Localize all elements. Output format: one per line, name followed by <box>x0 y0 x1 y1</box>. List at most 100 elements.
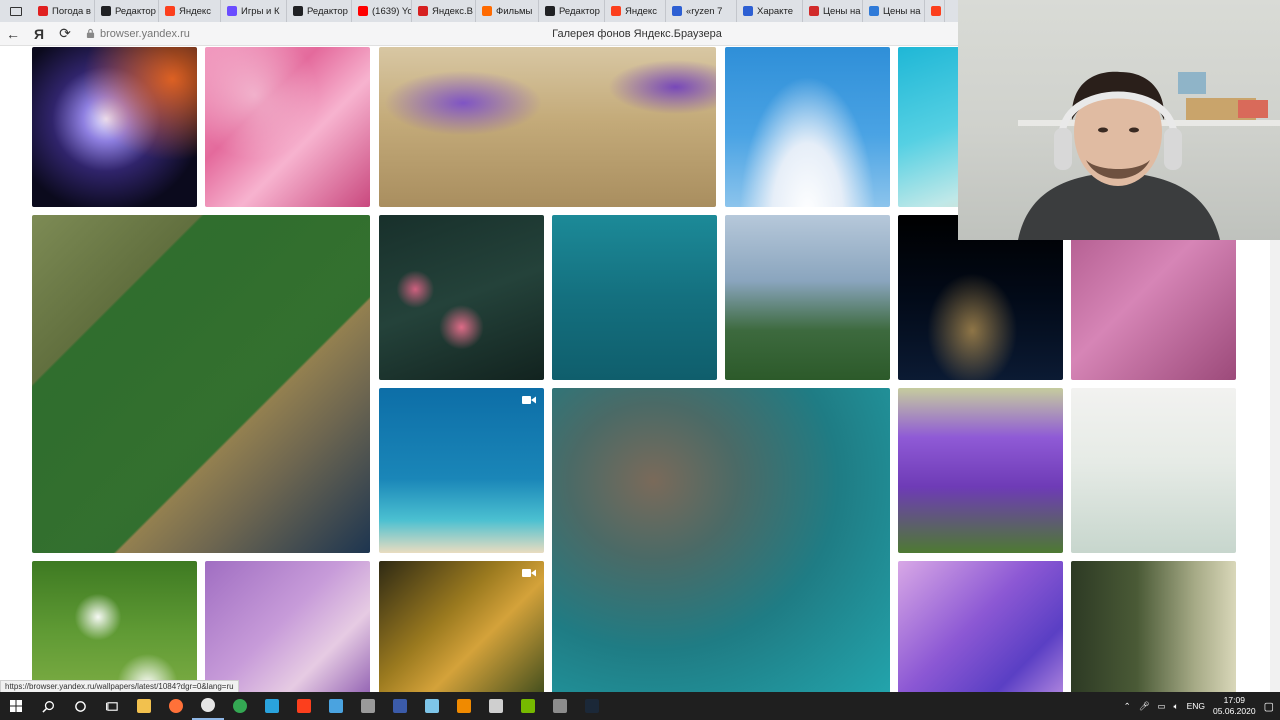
browser-tab[interactable]: Цены на <box>803 0 863 22</box>
browser-tab[interactable]: Я <box>925 0 945 22</box>
windows-logo-icon <box>10 700 22 712</box>
wallpaper-tile-mount-fuji[interactable] <box>725 47 890 207</box>
browser-tab-label: Цены на <box>883 5 921 17</box>
browser-tab[interactable]: Цены на <box>863 0 925 22</box>
chrome-taskbar-button[interactable] <box>224 692 256 720</box>
browser-tab-label: Редактор <box>307 5 348 17</box>
system-tray: ⌃ 🎤︎ ▭ 🔈︎ ENG 17:09 05.06.2020 ▢ <box>1124 692 1280 720</box>
films-icon <box>482 6 492 16</box>
video-camera-icon <box>522 569 536 577</box>
tabs-menu-button[interactable] <box>0 0 32 22</box>
editor-plus-icon <box>545 6 555 16</box>
webcam-overlay <box>958 0 1280 240</box>
browser-tab[interactable]: Характе <box>737 0 803 22</box>
browser-tab-label: Игры и К <box>241 5 280 17</box>
tray-arrow-icon[interactable]: ⌃ <box>1124 701 1131 712</box>
lock-icon[interactable] <box>84 28 96 40</box>
language-indicator[interactable]: ENG <box>1187 701 1205 711</box>
wallpaper-tile-lavender-bokeh[interactable] <box>205 561 370 692</box>
vlc-taskbar-button[interactable] <box>448 692 480 720</box>
games-icon <box>227 6 237 16</box>
back-button[interactable]: ← <box>0 22 26 46</box>
wallpaper-tile-forest-sunlight[interactable] <box>1071 561 1236 692</box>
browser-tab[interactable]: Редактор <box>539 0 605 22</box>
start-button[interactable] <box>0 692 32 720</box>
task-view-button[interactable] <box>96 692 128 720</box>
editor-plus-icon <box>293 6 303 16</box>
calculator-taskbar-button[interactable] <box>480 692 512 720</box>
yandex-doc-icon <box>418 6 428 16</box>
yandex-browser-taskbar-button[interactable] <box>192 692 224 720</box>
wallpaper-tile-white-flower-meadow[interactable] <box>1071 388 1236 553</box>
nvidia-icon <box>521 699 535 713</box>
steam-icon <box>585 699 599 713</box>
cortana-button[interactable] <box>64 692 96 720</box>
url-field[interactable]: browser.yandex.ru <box>100 28 190 40</box>
browser-tab[interactable]: Редактор <box>95 0 159 22</box>
wallpaper-tile-camellia-flowers[interactable] <box>379 215 544 380</box>
browser-tab[interactable]: Фильмы <box>476 0 539 22</box>
nvidia-taskbar-button[interactable] <box>512 692 544 720</box>
browser-tab[interactable]: Яндекс <box>159 0 221 22</box>
youtube-icon <box>358 6 368 16</box>
wallpaper-tile-boats-on-teal-water[interactable] <box>552 215 717 380</box>
camera-icon <box>553 699 567 713</box>
browser-tab-label: Яндекс.В <box>432 5 473 17</box>
market-icon <box>672 6 682 16</box>
notes-taskbar-button[interactable] <box>384 692 416 720</box>
price-icon <box>809 6 819 16</box>
browser-tab[interactable]: Яндекс.В <box>412 0 476 22</box>
clock[interactable]: 17:09 05.06.2020 <box>1213 695 1256 717</box>
search-button[interactable] <box>32 692 64 720</box>
wallpaper-tile-blue-beach-aerial[interactable] <box>379 388 544 553</box>
app-icon <box>361 699 375 713</box>
volume-icon[interactable]: 🔈︎ <box>1174 701 1179 712</box>
network-icon <box>329 699 343 713</box>
wallpaper-tile-purple-hydrangea[interactable] <box>898 561 1063 692</box>
paper-taskbar-button[interactable] <box>416 692 448 720</box>
firefox-taskbar-button[interactable] <box>160 692 192 720</box>
vlc-icon <box>457 699 471 713</box>
camera-taskbar-button[interactable] <box>544 692 576 720</box>
browser-tab[interactable]: Редактор <box>287 0 352 22</box>
clock-date: 05.06.2020 <box>1213 706 1256 716</box>
yandex-icon <box>165 6 175 16</box>
notifications-icon[interactable]: ▢ <box>1264 700 1274 713</box>
video-camera-icon <box>522 396 536 404</box>
wallpaper-tile-space-nebula[interactable] <box>32 47 197 207</box>
wallpaper-tile-football-field-aerial[interactable] <box>32 215 370 553</box>
file-explorer-taskbar-button[interactable] <box>128 692 160 720</box>
microphone-icon[interactable]: 🎤︎ <box>1139 701 1150 712</box>
wallpaper-tile-pink-blossom[interactable] <box>205 47 370 207</box>
browser-tab[interactable]: Погода в <box>32 0 95 22</box>
telegram-icon <box>265 699 279 713</box>
yandex-taskbar-button[interactable] <box>288 692 320 720</box>
windows-taskbar: ⌃ 🎤︎ ▭ 🔈︎ ENG 17:09 05.06.2020 ▢ <box>0 692 1280 720</box>
network-icon[interactable]: ▭ <box>1157 701 1165 712</box>
telegram-taskbar-button[interactable] <box>256 692 288 720</box>
weather-icon <box>38 6 48 16</box>
wallpaper-tile-teal-rocks-aerial[interactable] <box>552 388 890 692</box>
app-taskbar-button[interactable] <box>352 692 384 720</box>
price-s-icon <box>869 6 879 16</box>
webcam-person <box>1018 71 1280 240</box>
yandex-home-button[interactable]: Я <box>26 22 52 46</box>
wallpaper-tile-golden-leaves[interactable] <box>379 561 544 692</box>
chrome-icon <box>233 699 247 713</box>
paper-icon <box>425 699 439 713</box>
reload-button[interactable]: ⟳ <box>52 22 78 46</box>
notes-icon <box>393 699 407 713</box>
wallpaper-tile-purple-crocus-closeup[interactable] <box>898 388 1063 553</box>
steam-taskbar-button[interactable] <box>576 692 608 720</box>
browser-tab[interactable]: Яндекс <box>605 0 666 22</box>
wallpaper-tile-purple-crocus-grass[interactable] <box>379 47 716 207</box>
browser-tab-label: Редактор <box>559 5 600 17</box>
browser-tab[interactable]: Игры и К <box>221 0 287 22</box>
firefox-icon <box>169 699 183 713</box>
wallpaper-tile-misty-forest[interactable] <box>725 215 890 380</box>
browser-tab-label: (1639) Yo <box>372 5 412 17</box>
network-taskbar-button[interactable] <box>320 692 352 720</box>
browser-tab[interactable]: «ryzen 7 <box>666 0 737 22</box>
wallpaper-tile-daisies[interactable] <box>32 561 197 692</box>
browser-tab[interactable]: (1639) Yo <box>352 0 412 22</box>
